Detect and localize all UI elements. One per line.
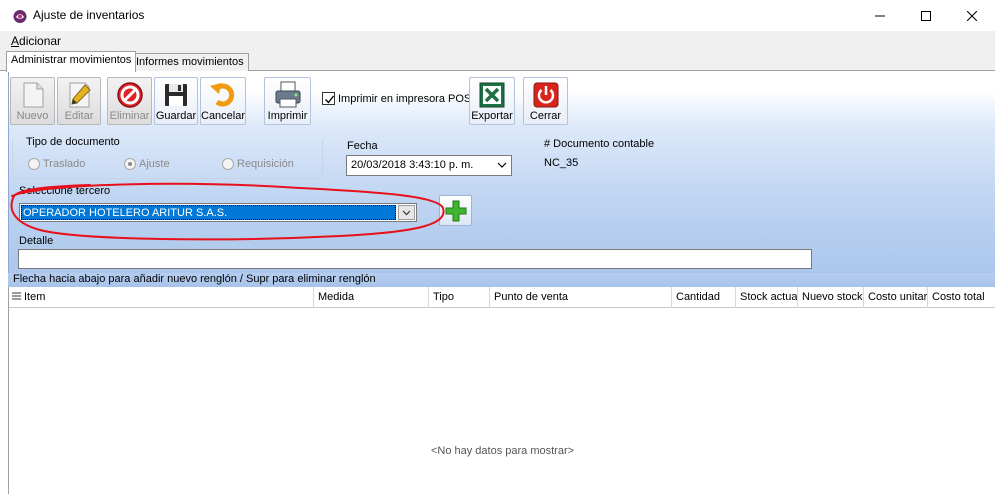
plus-icon [445, 200, 466, 221]
exportar-button[interactable]: Exportar [469, 77, 515, 125]
minimize-button[interactable] [857, 0, 903, 31]
items-grid[interactable]: Item Medida Tipo Punto de venta Cantidad… [8, 287, 995, 494]
chevron-down-icon[interactable] [497, 161, 507, 169]
tab-strip: Administrar movimientos Informes movimie… [0, 51, 995, 72]
column-chooser-icon[interactable] [12, 292, 21, 301]
app-logo-icon [13, 10, 27, 23]
grid-header: Item Medida Tipo Punto de venta Cantidad… [9, 287, 995, 308]
detalle-label: Detalle [19, 235, 54, 247]
tab-informes-movimientos[interactable]: Informes movimientos [131, 53, 249, 71]
nuevo-button[interactable]: Nuevo [10, 77, 55, 125]
radio-traslado-label: Traslado [43, 158, 86, 170]
maximize-button[interactable] [903, 0, 949, 31]
close-window-button[interactable] [949, 0, 995, 31]
fecha-value: 20/03/2018 3:43:10 p. m. [351, 159, 474, 171]
column-punto-de-venta[interactable]: Punto de venta [490, 287, 672, 308]
tercero-dropdown-button[interactable] [398, 205, 415, 220]
excel-icon [479, 82, 505, 108]
pencil-icon [69, 82, 91, 108]
radio-requisicion-circle[interactable] [222, 158, 234, 170]
fecha-label: Fecha [347, 140, 378, 152]
checkmark-icon [325, 95, 335, 104]
column-cantidad[interactable]: Cantidad [672, 287, 736, 308]
tercero-combobox[interactable]: OPERADOR HOTELERO ARITUR S.A.S. [19, 203, 417, 222]
detalle-input[interactable] [18, 249, 812, 269]
radio-requisicion[interactable]: Requisición [222, 158, 294, 170]
radio-ajuste-label: Ajuste [139, 158, 170, 170]
imprimir-label: Imprimir [267, 110, 308, 122]
guardar-button[interactable]: Guardar [154, 77, 198, 125]
tercero-selected-value: OPERADOR HOTELERO ARITUR S.A.S. [21, 205, 396, 220]
title-bar: Ajuste de inventarios [0, 0, 995, 31]
pos-print-checkbox[interactable]: Imprimir en impresora POS [322, 92, 471, 105]
editar-button[interactable]: Editar [57, 77, 101, 125]
cerrar-button[interactable]: Cerrar [523, 77, 568, 125]
imprimir-button[interactable]: Imprimir [264, 77, 311, 125]
menu-adicionar-label: dicionar [19, 34, 62, 48]
cancelar-button[interactable]: Cancelar [200, 77, 246, 125]
column-item-label: Item [24, 291, 46, 303]
column-stock-actual[interactable]: Stock actua [736, 287, 798, 308]
power-icon [533, 82, 558, 108]
column-tipo[interactable]: Tipo [429, 287, 490, 308]
close-icon [967, 10, 977, 21]
column-item[interactable]: Item [9, 287, 314, 308]
floppy-disk-icon [165, 84, 187, 106]
documento-contable-label: # Documento contable [544, 138, 655, 150]
pos-print-label: Imprimir en impresora POS [338, 92, 472, 105]
nuevo-label: Nuevo [16, 110, 49, 122]
printer-icon [275, 81, 300, 108]
eliminar-button[interactable]: Eliminar [107, 77, 152, 125]
column-costo-unitario[interactable]: Costo unitari [864, 287, 928, 308]
delete-icon [116, 82, 143, 108]
maximize-icon [921, 10, 931, 21]
editar-label: Editar [64, 110, 94, 122]
exportar-label: Exportar [471, 110, 513, 122]
column-nuevo-stock[interactable]: Nuevo stock [798, 287, 864, 308]
new-document-icon [23, 82, 43, 108]
radio-ajuste-circle[interactable] [124, 158, 136, 170]
guardar-label: Guardar [155, 110, 197, 122]
tercero-label: Seleccione tercero [19, 185, 111, 197]
cancelar-label: Cancelar [201, 110, 246, 122]
cerrar-label: Cerrar [529, 110, 562, 122]
radio-traslado-circle[interactable] [28, 158, 40, 170]
menu-bar: Adicionar [0, 31, 995, 51]
menu-accelerator: A [11, 34, 20, 48]
grid-hint: Flecha hacia abajo para añadir nuevo ren… [8, 273, 995, 287]
fecha-datepicker[interactable]: 20/03/2018 3:43:10 p. m. [346, 155, 512, 176]
tab-administrar-movimientos[interactable]: Administrar movimientos [6, 51, 137, 72]
add-tercero-button[interactable] [439, 195, 472, 226]
radio-ajuste[interactable]: Ajuste [124, 158, 170, 170]
documento-contable-value: NC_35 [544, 157, 579, 169]
radio-requisicion-label: Requisición [237, 158, 294, 170]
chevron-down-icon [402, 210, 411, 215]
minimize-icon [875, 15, 885, 16]
window-title: Ajuste de inventarios [33, 8, 145, 22]
document-type-title: Tipo de documento [26, 136, 120, 148]
checkbox-box[interactable] [322, 92, 335, 105]
grid-empty-message: <No hay datos para mostrar> [430, 445, 575, 457]
column-costo-total[interactable]: Costo total [928, 287, 995, 308]
eliminar-label: Eliminar [109, 110, 150, 122]
undo-arrow-icon [210, 83, 235, 107]
radio-traslado[interactable]: Traslado [28, 158, 85, 170]
menu-adicionar[interactable]: Adicionar [11, 34, 61, 48]
column-medida[interactable]: Medida [314, 287, 429, 308]
